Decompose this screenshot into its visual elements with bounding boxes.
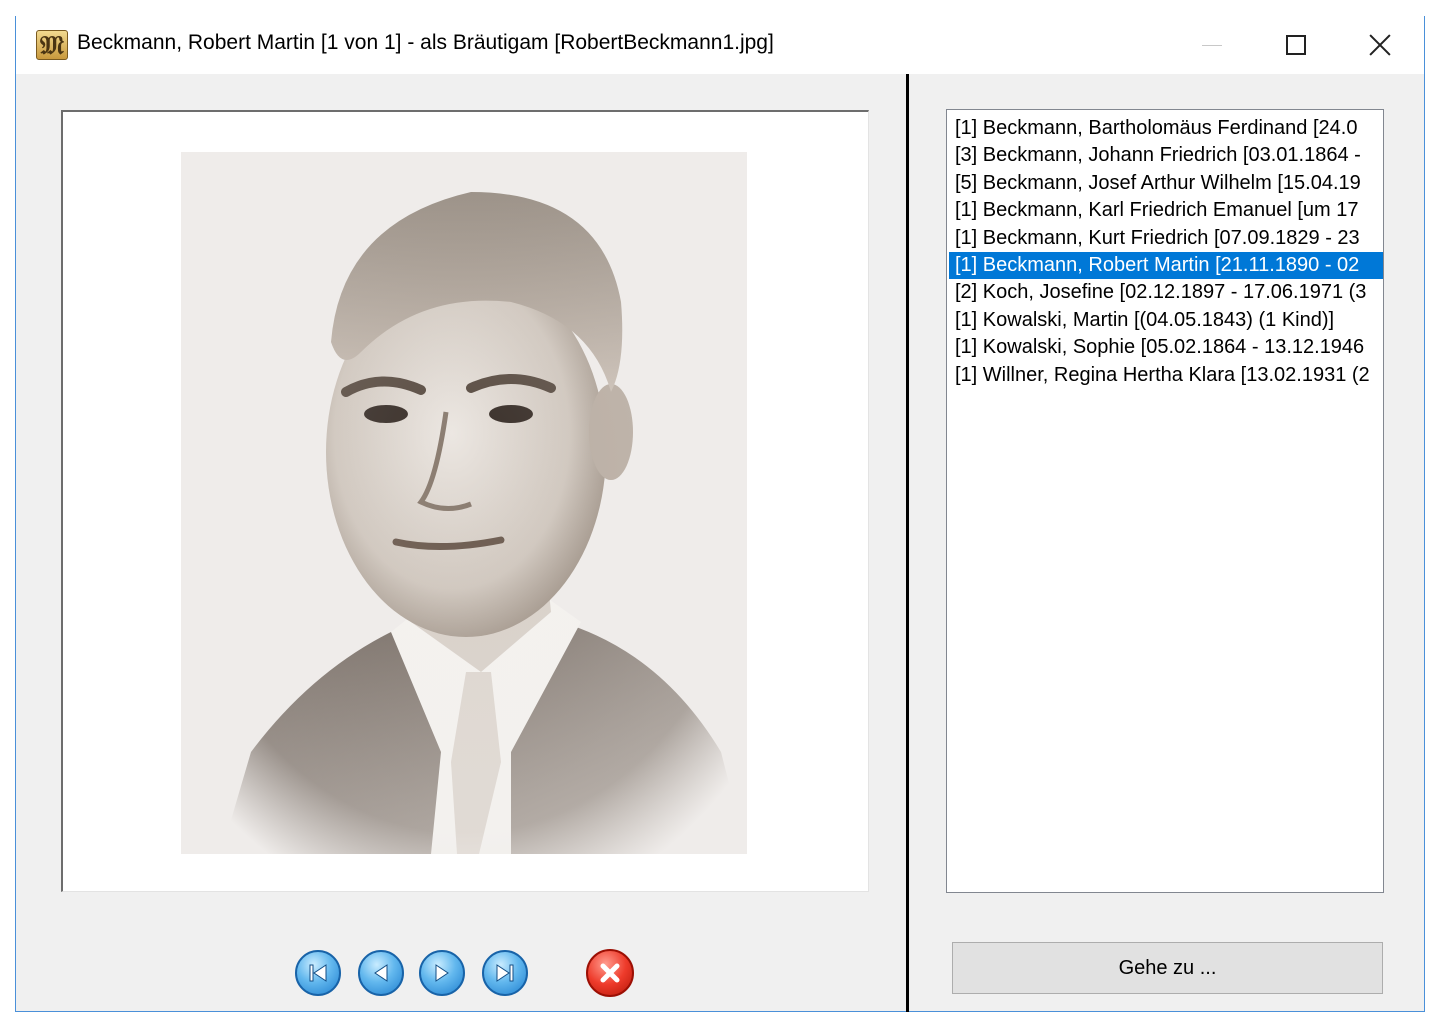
maximize-icon [1286,35,1306,55]
minimize-button[interactable] [1170,16,1254,74]
first-icon [309,964,327,982]
previous-icon [374,964,388,982]
title-bar[interactable]: 𝔐 Beckmann, Robert Martin [1 von 1] - al… [16,16,1424,74]
close-viewer-button[interactable] [586,949,634,997]
close-circle-icon [600,963,620,983]
app-logo-icon: 𝔐 [36,30,68,61]
maximize-button[interactable] [1254,16,1338,74]
first-image-button[interactable] [295,950,341,996]
portrait-image [181,152,747,854]
list-item[interactable]: [1] Beckmann, Karl Friedrich Emanuel [um… [949,197,1383,224]
list-item[interactable]: [1] Willner, Regina Hertha Klara [13.02.… [949,362,1383,389]
minimize-icon [1202,44,1222,46]
list-item[interactable]: [3] Beckmann, Johann Friedrich [03.01.18… [949,142,1383,169]
list-item[interactable]: [5] Beckmann, Josef Arthur Wilhelm [15.0… [949,170,1383,197]
pane-splitter[interactable] [906,74,909,1012]
list-item[interactable]: [1] Beckmann, Bartholomäus Ferdinand [24… [949,115,1383,142]
next-icon [435,964,449,982]
list-item[interactable]: [2] Koch, Josefine [02.12.1897 - 17.06.1… [949,279,1383,306]
goto-button[interactable]: Gehe zu ... [952,942,1383,994]
portrait-photo [181,152,747,854]
list-item[interactable]: [1] Beckmann, Kurt Friedrich [07.09.1829… [949,225,1383,252]
next-image-button[interactable] [419,950,465,996]
last-icon [496,964,514,982]
previous-image-button[interactable] [358,950,404,996]
people-listbox[interactable]: [1] Beckmann, Bartholomäus Ferdinand [24… [946,109,1384,893]
last-image-button[interactable] [482,950,528,996]
image-viewer-window: 𝔐 Beckmann, Robert Martin [1 von 1] - al… [15,16,1425,1012]
list-item-selected[interactable]: [1] Beckmann, Robert Martin [21.11.1890 … [949,251,1383,280]
window-title: Beckmann, Robert Martin [1 von 1] - als … [77,31,774,54]
list-item[interactable]: [1] Kowalski, Sophie [05.02.1864 - 13.12… [949,334,1383,361]
image-frame [61,110,869,892]
close-window-button[interactable] [1338,16,1422,74]
close-icon [1369,34,1391,56]
list-item[interactable]: [1] Kowalski, Martin [(04.05.1843) (1 Ki… [949,307,1383,334]
